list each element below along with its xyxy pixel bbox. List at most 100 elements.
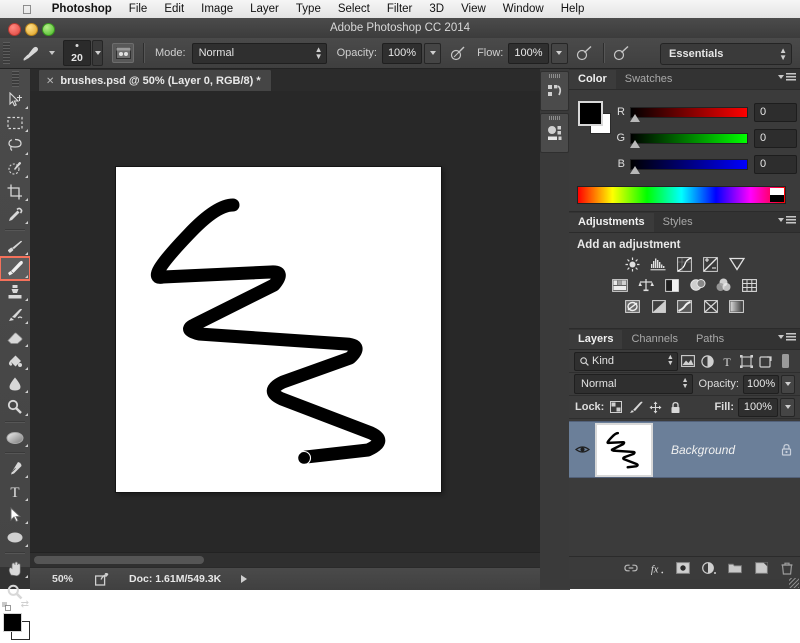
- color-ramp-endcaps[interactable]: [770, 188, 784, 202]
- layer-filter-select[interactable]: Kind ▲▼: [574, 352, 678, 371]
- blur-tool[interactable]: [0, 372, 30, 395]
- brush-pressure-size-icon[interactable]: [613, 43, 631, 63]
- blend-mode-select[interactable]: Normal ▲▼: [192, 43, 327, 64]
- posterize-icon[interactable]: [649, 298, 668, 314]
- filter-smart-object-icon[interactable]: [756, 352, 776, 370]
- eye-icon[interactable]: [569, 444, 595, 455]
- menu-item-3d[interactable]: 3D: [429, 3, 444, 15]
- layer-opacity-input[interactable]: 100%: [743, 375, 779, 394]
- list-item[interactable]: Background: [569, 421, 800, 478]
- new-adjustment-layer-icon[interactable]: [702, 560, 716, 576]
- levels-icon[interactable]: [649, 256, 668, 272]
- clone-stamp-tool[interactable]: [0, 280, 30, 303]
- black-white-icon[interactable]: [662, 277, 681, 293]
- red-slider[interactable]: [630, 107, 748, 118]
- workspace-select[interactable]: Essentials ▲▼: [660, 43, 792, 65]
- color-lookup-icon[interactable]: [740, 277, 759, 293]
- swap-colors-icon[interactable]: ⇄: [21, 599, 29, 610]
- link-layers-icon[interactable]: [624, 560, 638, 576]
- layer-thumbnail[interactable]: [595, 423, 653, 477]
- blue-value-input[interactable]: 0: [754, 155, 797, 174]
- panel-menu-icon[interactable]: [778, 333, 796, 341]
- delete-layer-icon[interactable]: [780, 560, 794, 576]
- zoom-level[interactable]: 50%: [52, 573, 73, 585]
- menu-item-file[interactable]: File: [129, 3, 148, 15]
- brush-preset-chevron-down-icon[interactable]: [49, 51, 55, 55]
- brightness-contrast-icon[interactable]: [623, 256, 642, 272]
- blue-slider-thumb[interactable]: [630, 166, 640, 174]
- pressure-opacity-icon[interactable]: [449, 43, 467, 63]
- curves-icon[interactable]: [675, 256, 694, 272]
- history-brush-tool[interactable]: [0, 303, 30, 326]
- layer-name[interactable]: Background: [671, 443, 772, 457]
- apple-icon[interactable]: : [22, 3, 32, 16]
- lock-all-icon[interactable]: [667, 399, 684, 415]
- filter-type-icon[interactable]: T: [717, 352, 737, 370]
- new-group-icon[interactable]: [728, 560, 742, 576]
- gradient-tool[interactable]: [0, 426, 30, 449]
- selective-color-icon[interactable]: [701, 298, 720, 314]
- tab-layers[interactable]: Layers: [569, 330, 622, 349]
- crop-tool[interactable]: [0, 180, 30, 203]
- photo-filter-icon[interactable]: [688, 277, 707, 293]
- flow-dropdown-button[interactable]: [551, 43, 568, 64]
- red-slider-thumb[interactable]: [630, 114, 640, 122]
- layer-blend-mode-select[interactable]: Normal ▲▼: [574, 374, 693, 394]
- path-selection-tool[interactable]: [0, 503, 30, 526]
- brush-size-input[interactable]: 20: [63, 40, 91, 66]
- eraser-tool[interactable]: [0, 326, 30, 349]
- layer-opacity-dropdown-button[interactable]: [781, 375, 795, 394]
- hue-saturation-icon[interactable]: [610, 277, 629, 293]
- panel-resize-grip[interactable]: [789, 578, 799, 588]
- exposure-icon[interactable]: [701, 256, 720, 272]
- document-tab[interactable]: ✕ brushes.psd @ 50% (Layer 0, RGB/8) *: [38, 69, 272, 92]
- menu-item-view[interactable]: View: [461, 3, 486, 15]
- horizontal-scrollbar[interactable]: [30, 552, 556, 567]
- filter-pixel-icon[interactable]: [678, 352, 698, 370]
- hand-tool[interactable]: [0, 557, 30, 580]
- opacity-input[interactable]: 100%: [382, 43, 422, 64]
- menu-item-image[interactable]: Image: [201, 3, 233, 15]
- panel-menu-icon[interactable]: [778, 73, 796, 81]
- airbrush-icon[interactable]: [576, 43, 594, 63]
- layer-list[interactable]: Background: [569, 419, 800, 556]
- brush-preset-panel-icon[interactable]: [112, 43, 134, 63]
- menu-item-select[interactable]: Select: [338, 3, 370, 15]
- share-icon[interactable]: [95, 573, 109, 586]
- tab-styles[interactable]: Styles: [654, 213, 702, 232]
- lock-image-pixels-icon[interactable]: [627, 399, 644, 415]
- foreground-color-swatch[interactable]: [3, 613, 22, 632]
- horizontal-scroll-thumb[interactable]: [34, 556, 204, 564]
- flow-input[interactable]: 100%: [508, 43, 548, 64]
- rectangular-marquee-tool[interactable]: [0, 111, 30, 134]
- menu-item-layer[interactable]: Layer: [250, 3, 279, 15]
- channel-mixer-icon[interactable]: [714, 277, 733, 293]
- canvas-area[interactable]: [30, 91, 570, 567]
- green-slider[interactable]: [630, 133, 748, 144]
- brush-tool[interactable]: [0, 257, 30, 280]
- menu-item-edit[interactable]: Edit: [164, 3, 184, 15]
- green-value-input[interactable]: 0: [754, 129, 797, 148]
- paint-bucket-tool[interactable]: [0, 349, 30, 372]
- ellipse-shape-tool[interactable]: [0, 526, 30, 549]
- type-tool[interactable]: T: [0, 480, 30, 503]
- close-icon[interactable]: ✕: [46, 76, 54, 87]
- lock-icon[interactable]: [772, 443, 800, 456]
- move-tool[interactable]: [0, 88, 30, 111]
- opacity-dropdown-button[interactable]: [424, 43, 441, 64]
- color-balance-icon[interactable]: [636, 277, 655, 293]
- tab-swatches[interactable]: Swatches: [616, 70, 682, 89]
- default-colors-icon[interactable]: [2, 598, 11, 607]
- tab-color[interactable]: Color: [569, 70, 616, 89]
- layer-fill-input[interactable]: 100%: [738, 398, 778, 417]
- history-panel-icon[interactable]: [540, 71, 569, 111]
- quick-selection-tool[interactable]: [0, 157, 30, 180]
- brush-size-stepper[interactable]: [92, 40, 103, 66]
- eyedropper-tool[interactable]: [0, 203, 30, 226]
- dodge-tool[interactable]: [0, 395, 30, 418]
- spot-healing-brush-tool[interactable]: [0, 234, 30, 257]
- panel-menu-icon[interactable]: [778, 216, 796, 224]
- red-value-input[interactable]: 0: [754, 103, 797, 122]
- add-layer-mask-icon[interactable]: [676, 560, 690, 576]
- lock-transparent-pixels-icon[interactable]: [607, 399, 624, 415]
